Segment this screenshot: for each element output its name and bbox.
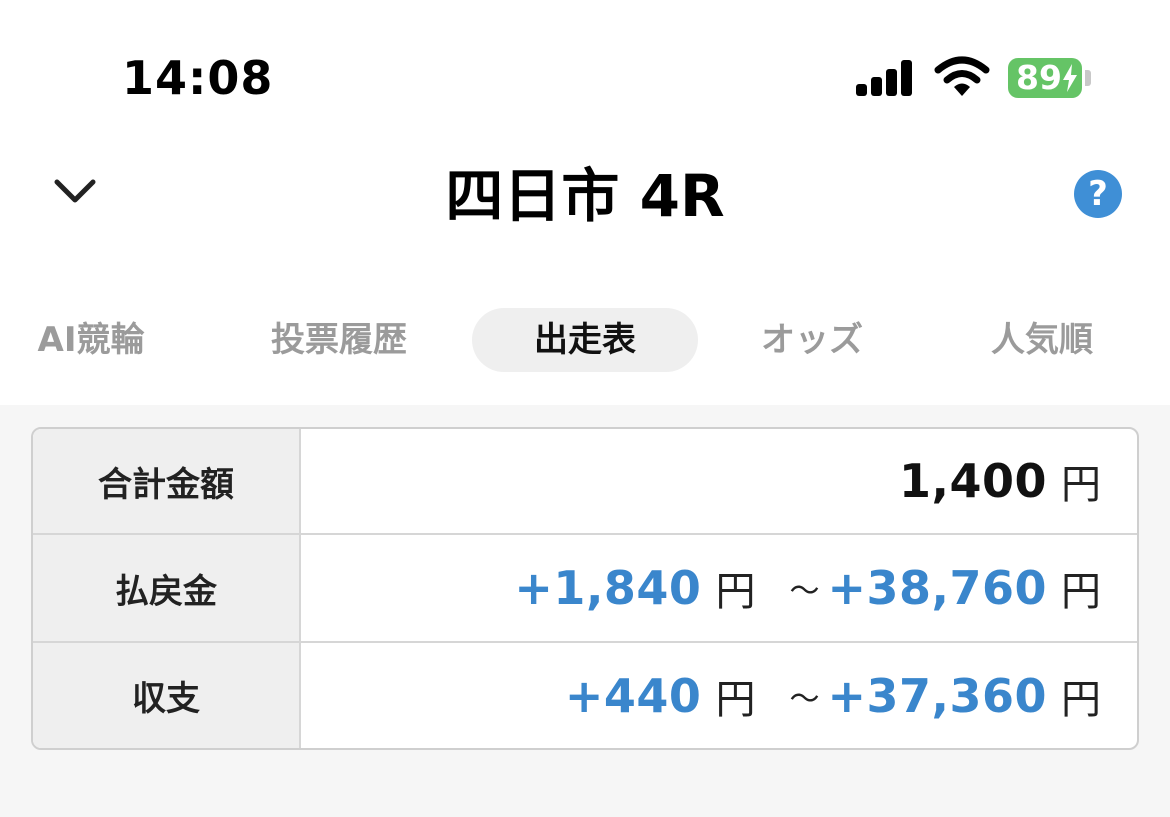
battery-level: 89 [1016, 58, 1062, 97]
tab-popularity[interactable]: 人気順 [978, 308, 1106, 372]
tab-odds[interactable]: オッズ [748, 308, 876, 372]
payout-min-value: +1,840 [514, 561, 702, 615]
header-area: 14:08 89 四日市 4R ? AI競輪 投票履歴 出走表 オッズ 人気順 [0, 0, 1170, 405]
tab-ai-keirin[interactable]: AI競輪 [26, 308, 156, 372]
table-row-balance: 収支 +440 円 ～ +37,360 円 [33, 643, 1137, 748]
row-label-payout: 払戻金 [33, 535, 301, 641]
table-row-total: 合計金額 1,400 円 [33, 429, 1137, 535]
row-values-total: 1,400 円 [301, 429, 1101, 533]
cellular-signal-icon [856, 60, 914, 96]
row-values-payout: +1,840 円 ～ +38,760 円 [301, 535, 1101, 641]
status-time: 14:08 [122, 51, 274, 105]
table-row-payout: 払戻金 +1,840 円 ～ +38,760 円 [33, 535, 1137, 643]
balance-min-value: +440 [564, 668, 702, 723]
balance-max-unit: 円 [1061, 676, 1101, 723]
bet-summary-table: 合計金額 1,400 円 払戻金 +1,840 円 ～ +38,760 円 収支… [31, 427, 1139, 750]
wifi-icon [934, 56, 990, 96]
payout-min-unit: 円 [715, 569, 756, 615]
payout-max-unit: 円 [1061, 569, 1101, 615]
charging-bolt-icon [1063, 64, 1077, 92]
row-label-balance: 収支 [33, 643, 301, 748]
total-amount-value: 1,400 [898, 454, 1047, 508]
payout-range-separator: ～ [789, 574, 820, 609]
tab-race-card[interactable]: 出走表 [472, 308, 698, 372]
row-values-balance: +440 円 ～ +37,360 円 [301, 643, 1101, 748]
balance-max-value: +37,360 [827, 668, 1047, 723]
battery-cap [1085, 70, 1091, 86]
total-amount-unit: 円 [1061, 462, 1101, 508]
tab-bet-history[interactable]: 投票履歴 [258, 308, 420, 372]
help-icon[interactable]: ? [1074, 170, 1122, 218]
page-title: 四日市 4R [445, 162, 725, 230]
row-label-total: 合計金額 [33, 429, 301, 533]
balance-range-separator: ～ [789, 681, 820, 717]
battery-indicator: 89 [1008, 58, 1082, 98]
balance-min-unit: 円 [715, 676, 756, 723]
payout-max-value: +38,760 [827, 561, 1047, 615]
